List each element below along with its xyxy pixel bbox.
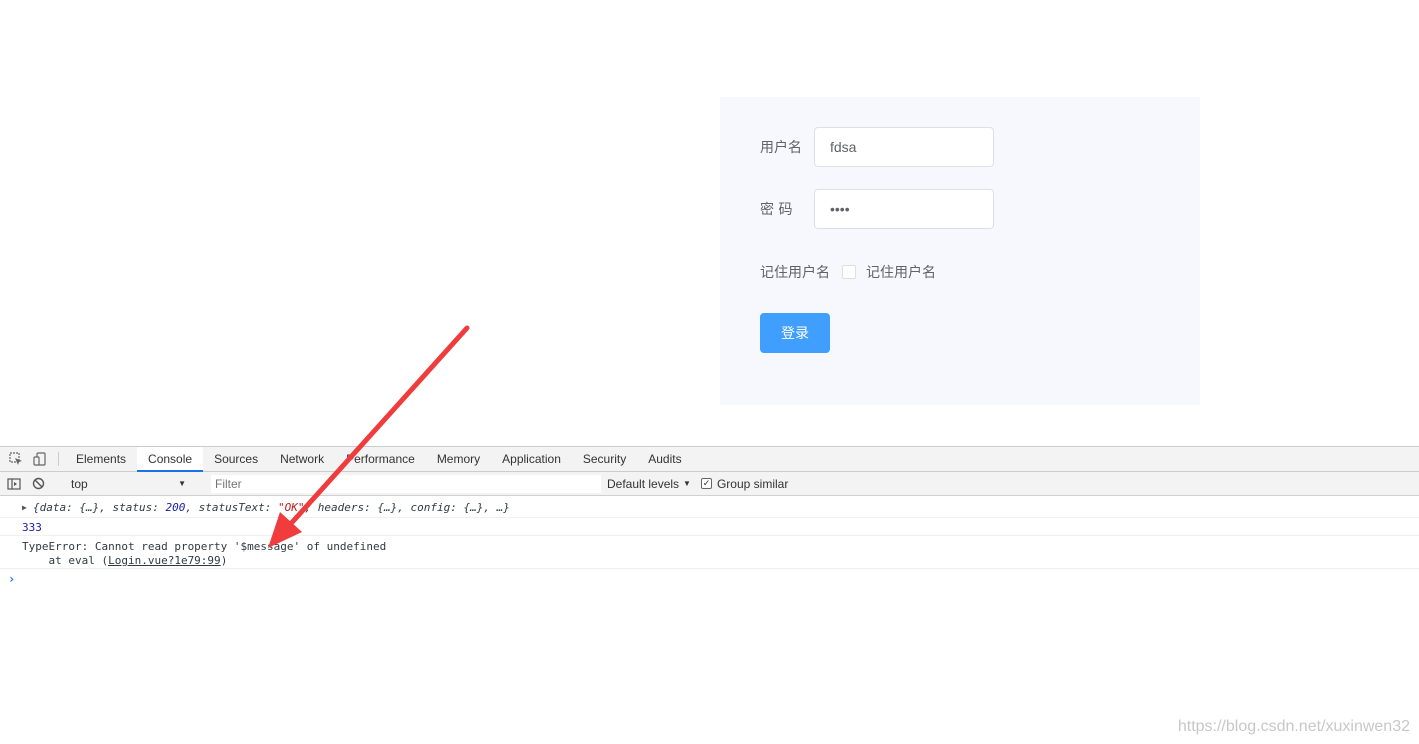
tab-application[interactable]: Application (491, 447, 572, 471)
filter-input[interactable] (211, 474, 601, 493)
prompt-chevron-icon: › (8, 572, 16, 586)
remember-checkbox[interactable] (842, 265, 856, 279)
tab-performance[interactable]: Performance (335, 447, 426, 471)
console-message[interactable]: ▶ {data: {…}, status: 200, statusText: "… (0, 496, 1419, 518)
device-toolbar-icon[interactable] (28, 447, 52, 471)
console-prompt[interactable]: › (0, 569, 1419, 589)
tab-elements[interactable]: Elements (65, 447, 137, 471)
username-label: 用户名 (760, 140, 802, 156)
log-levels-dropdown[interactable]: Default levels ▼ (607, 477, 691, 491)
expand-triangle-icon[interactable]: ▶ (22, 503, 27, 512)
username-input[interactable] (814, 127, 994, 167)
group-similar-label: Group similar (716, 476, 789, 491)
sidebar-toggle-icon[interactable] (2, 477, 26, 490)
number-log: 333 (22, 521, 42, 534)
error-stack: at eval (Login.vue?1e79:99) (22, 554, 228, 567)
tab-sources[interactable]: Sources (203, 447, 269, 471)
object-preview: {data: {…}, status: 200, statusText: "OK… (33, 501, 510, 514)
context-selector[interactable]: top ▼ (67, 474, 192, 494)
console-message: 333 (0, 518, 1419, 536)
tab-memory[interactable]: Memory (426, 447, 491, 471)
caret-down-icon: ▼ (683, 479, 691, 488)
checkmark-icon[interactable]: ✓ (700, 478, 712, 489)
tab-security[interactable]: Security (572, 447, 637, 471)
tab-network[interactable]: Network (269, 447, 335, 471)
inspect-element-icon[interactable] (4, 447, 28, 471)
remember-row: 记住用户名 记住用户名 (760, 262, 936, 282)
console-toolbar: top ▼ Default levels ▼ ✓ Group similar (0, 472, 1419, 496)
clear-console-icon[interactable] (26, 477, 50, 490)
remember-checkbox-text[interactable]: 记住用户名 (866, 262, 936, 282)
devtools-tabbar: Elements Console Sources Network Perform… (0, 446, 1419, 472)
devtools-panel: Elements Console Sources Network Perform… (0, 446, 1419, 744)
group-similar-toggle[interactable]: ✓ Group similar (700, 476, 789, 491)
password-input[interactable] (814, 189, 994, 229)
console-output: ▶ {data: {…}, status: 200, statusText: "… (0, 496, 1419, 589)
console-error: TypeError: Cannot read property '$messag… (0, 536, 1419, 569)
log-levels-label: Default levels (607, 476, 680, 491)
tab-audits[interactable]: Audits (637, 447, 692, 471)
login-button[interactable]: 登录 (760, 313, 830, 353)
source-link[interactable]: Login.vue?1e79:99 (108, 554, 221, 567)
tabbar-separator (58, 452, 59, 466)
error-message: TypeError: Cannot read property '$messag… (22, 540, 387, 553)
watermark: https://blog.csdn.net/xuxinwen32 (1177, 718, 1410, 735)
password-label: 密 码 (760, 202, 793, 218)
caret-down-icon: ▼ (178, 479, 186, 488)
context-value: top (71, 476, 88, 491)
remember-label: 记住用户名 (760, 265, 830, 281)
password-row: 密 码 (760, 189, 994, 229)
username-row: 用户名 (760, 127, 994, 167)
tab-console[interactable]: Console (137, 447, 204, 472)
login-panel: 用户名 密 码 记住用户名 记住用户名 登录 (720, 97, 1200, 405)
